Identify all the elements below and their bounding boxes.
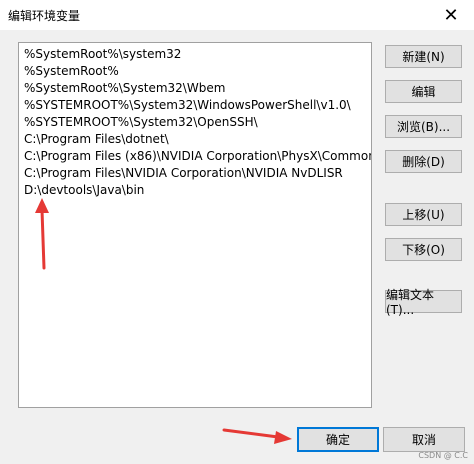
- annotation-arrows: [35, 198, 292, 444]
- up-arrow-annotation: [35, 198, 49, 270]
- edit-env-variable-dialog: 编辑环境变量 ✕ %SystemRoot%\system32 %SystemRo…: [0, 0, 474, 464]
- right-arrow-annotation: [222, 428, 292, 444]
